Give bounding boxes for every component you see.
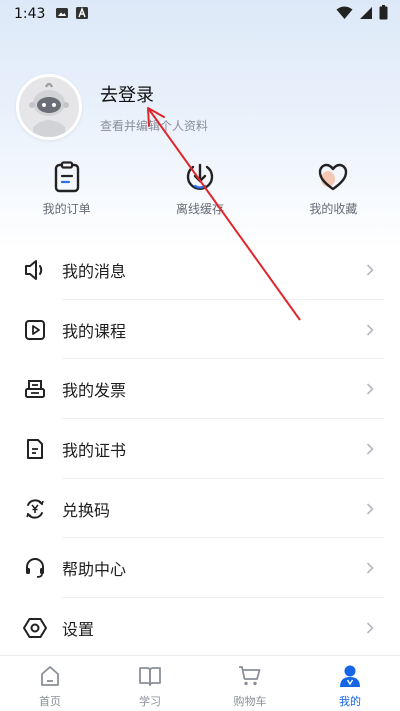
menu-item-label: 我的发票	[62, 381, 127, 401]
chevron-right-icon	[366, 561, 376, 575]
hexagon-settings-icon	[22, 615, 48, 641]
menu-item-certificates[interactable]: 我的证书	[0, 419, 400, 479]
quick-action-favorites[interactable]: 我的收藏	[267, 160, 400, 222]
nav-item-study[interactable]: 学习	[100, 656, 200, 711]
nav-item-home[interactable]: 首页	[0, 656, 100, 711]
menu-item-settings[interactable]: 设置	[0, 598, 400, 658]
menu-item-invoices[interactable]: 我的发票	[0, 359, 400, 419]
nav-label: 我的	[339, 695, 361, 708]
home-icon	[37, 663, 63, 689]
avatar[interactable]	[16, 74, 82, 140]
menu-item-label: 我的课程	[62, 321, 127, 341]
menu-list: 我的消息 我的课程 我的发票 我的证书 兑换码 帮助中心 设置	[0, 240, 400, 658]
profile-subtitle[interactable]: 查看并编辑个人资料	[100, 117, 208, 134]
person-icon	[337, 663, 363, 689]
quick-actions: 我的订单 离线缓存 我的收藏	[0, 160, 400, 222]
chevron-right-icon	[366, 382, 376, 396]
a-badge-icon	[75, 5, 89, 24]
login-title[interactable]: 去登录	[100, 81, 208, 107]
menu-item-redeem-code[interactable]: 兑换码	[0, 479, 400, 539]
cart-icon	[237, 663, 263, 689]
menu-item-label: 设置	[62, 619, 95, 639]
nav-label: 学习	[139, 695, 161, 708]
nav-item-mine[interactable]: 我的	[300, 656, 400, 711]
robot-avatar-icon	[19, 77, 79, 137]
menu-item-help-center[interactable]: 帮助中心	[0, 538, 400, 598]
book-icon	[137, 663, 163, 689]
image-icon	[55, 5, 69, 24]
battery-icon	[379, 4, 388, 24]
nav-label: 购物车	[233, 695, 267, 708]
heart-icon	[316, 160, 350, 194]
quick-action-orders[interactable]: 我的订单	[0, 160, 133, 222]
bottom-nav: 首页 学习 购物车 我的	[0, 655, 400, 711]
menu-item-label: 我的消息	[62, 261, 127, 281]
menu-item-label: 兑换码	[62, 500, 111, 520]
quick-action-label: 我的订单	[42, 202, 91, 216]
menu-item-label: 我的证书	[62, 440, 127, 460]
quick-action-label: 离线缓存	[175, 202, 224, 216]
chevron-right-icon	[366, 442, 376, 456]
chevron-right-icon	[366, 502, 376, 516]
headset-icon	[22, 555, 48, 581]
menu-item-courses[interactable]: 我的课程	[0, 300, 400, 360]
nav-label: 首页	[39, 695, 61, 708]
nav-item-cart[interactable]: 购物车	[200, 656, 300, 711]
speaker-icon	[22, 257, 48, 283]
status-bar: 1:43	[0, 0, 400, 28]
chevron-right-icon	[366, 323, 376, 337]
menu-item-messages[interactable]: 我的消息	[0, 240, 400, 300]
wifi-icon	[336, 5, 353, 24]
invoice-icon	[22, 376, 48, 402]
download-icon	[183, 160, 217, 194]
signal-icon	[359, 5, 373, 24]
chevron-right-icon	[366, 621, 376, 635]
quick-action-label: 我的收藏	[309, 202, 358, 216]
chevron-right-icon	[366, 263, 376, 277]
quick-action-offline-cache[interactable]: 离线缓存	[133, 160, 266, 222]
status-time: 1:43	[14, 6, 46, 22]
document-icon	[22, 436, 48, 462]
profile-section[interactable]: 去登录 查看并编辑个人资料	[16, 73, 384, 141]
play-icon	[22, 317, 48, 343]
yen-exchange-icon	[22, 496, 48, 522]
clipboard-icon	[50, 160, 84, 194]
menu-item-label: 帮助中心	[62, 560, 127, 580]
